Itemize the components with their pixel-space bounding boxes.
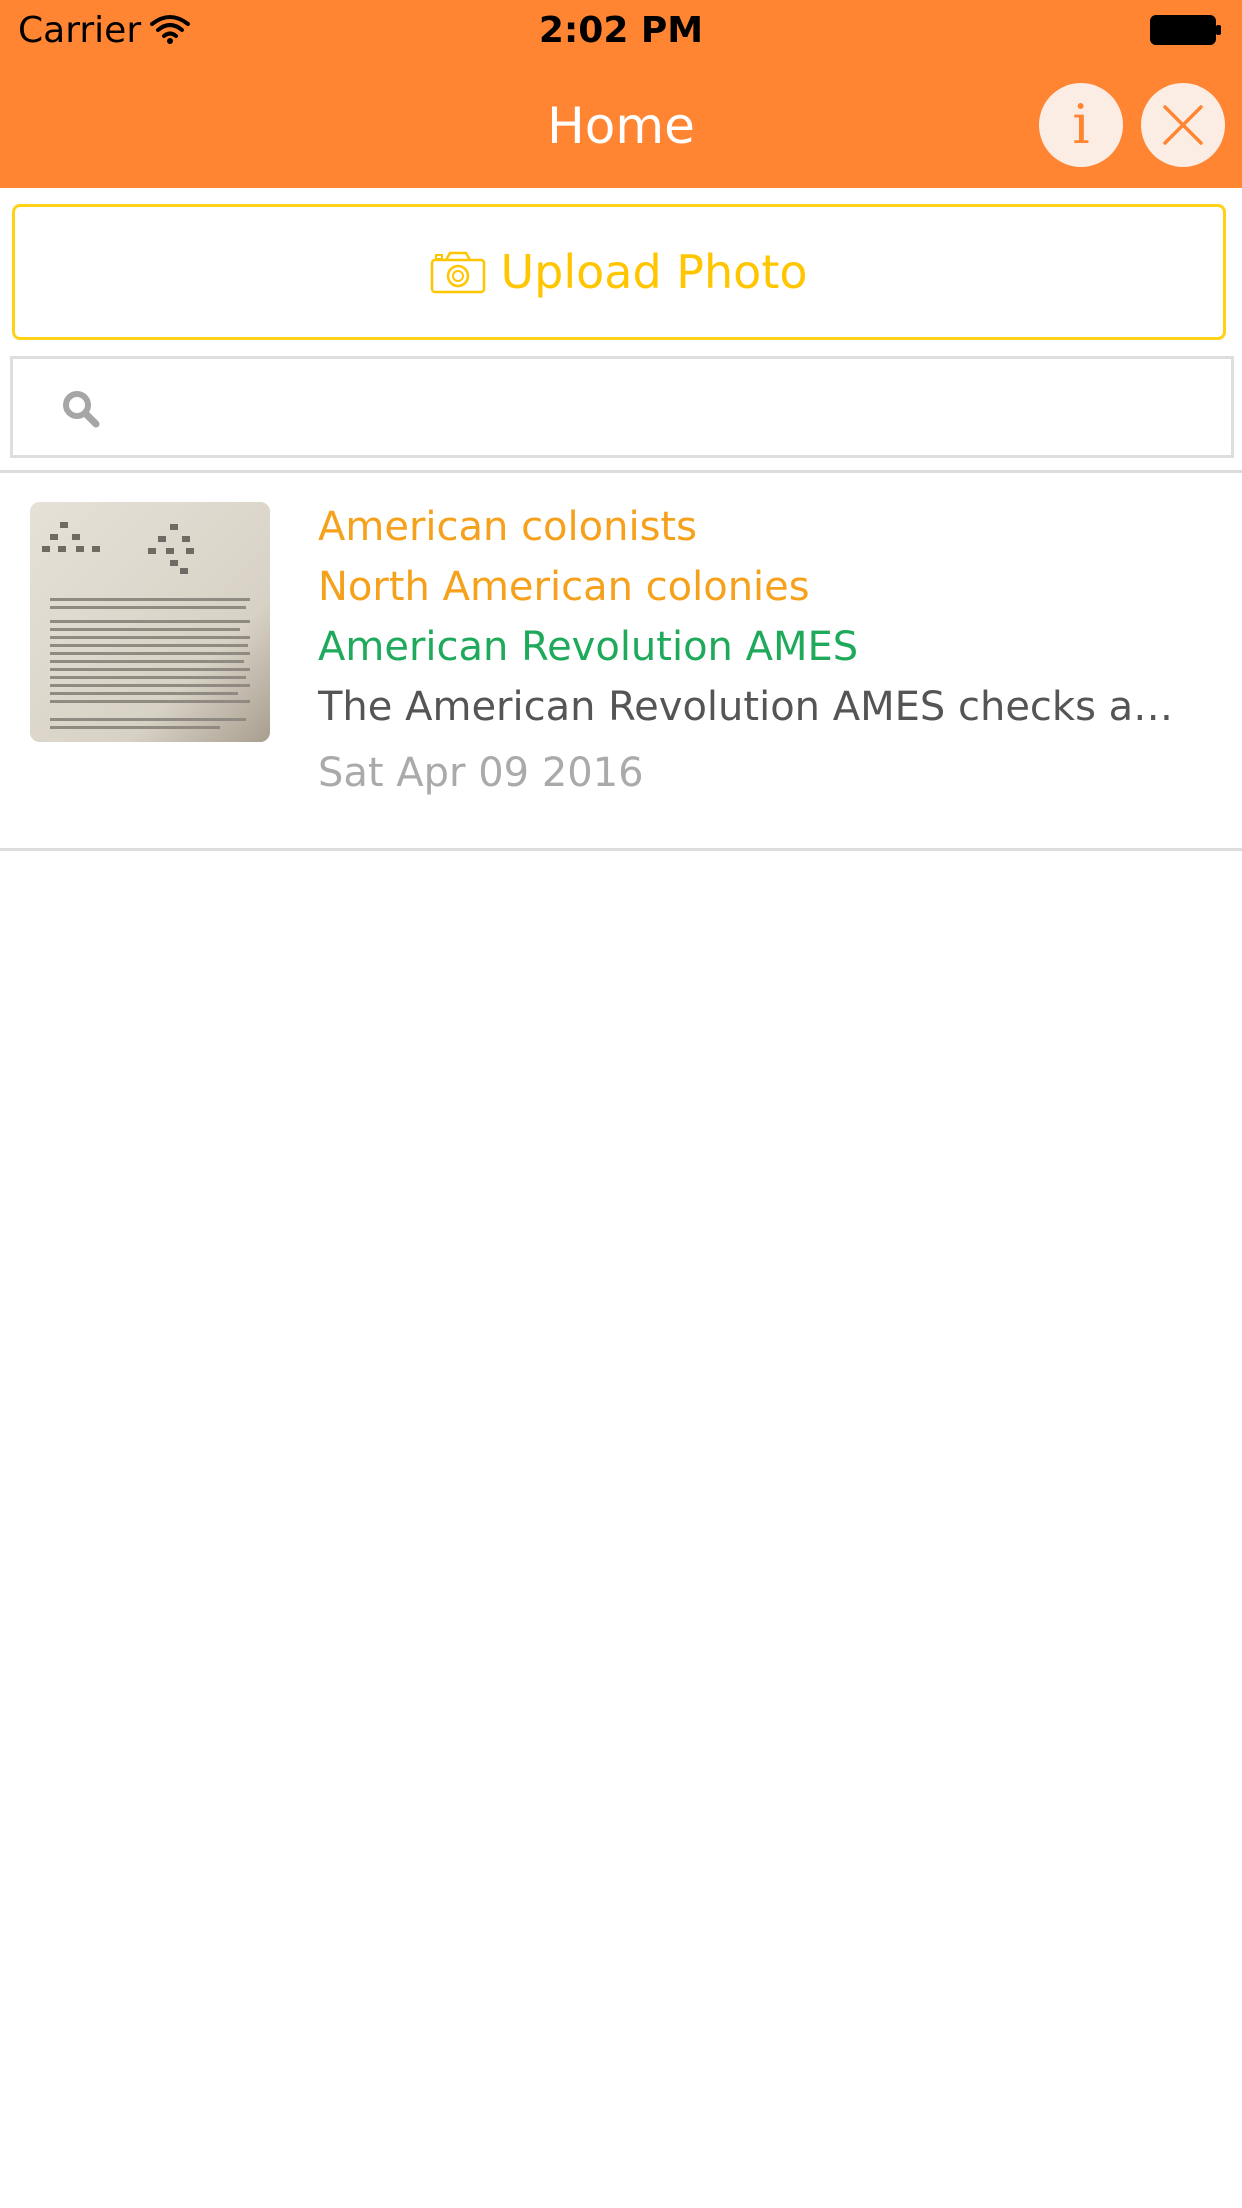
search-bar [10, 356, 1234, 458]
status-bar: Carrier 2:02 PM [0, 0, 1242, 62]
upload-photo-button[interactable]: Upload Photo [12, 204, 1226, 340]
search-icon [63, 391, 100, 428]
list-divider-bottom [0, 848, 1242, 851]
close-button[interactable] [1141, 83, 1225, 167]
list-divider-top [0, 470, 1242, 473]
battery-icon [1150, 15, 1221, 45]
list-item-tag: North American colonies [318, 564, 810, 610]
document-thumbnail [30, 502, 270, 742]
close-icon [1163, 105, 1203, 145]
search-input[interactable] [123, 367, 1217, 449]
list-item-date: Sat Apr 09 2016 [318, 750, 644, 796]
document-photo-image [30, 502, 270, 742]
info-icon: i [1072, 93, 1090, 156]
list-item-tag: American colonists [318, 504, 697, 550]
camera-icon [431, 251, 486, 294]
list-item[interactable]: American colonists North American coloni… [0, 474, 1242, 846]
upload-photo-label: Upload Photo [500, 245, 808, 299]
nav-bar: Carrier 2:02 PM Home i [0, 0, 1242, 188]
list-item-snippet: The American Revolution AMES checks and… [318, 684, 1188, 730]
info-button[interactable]: i [1039, 83, 1123, 167]
status-time: 2:02 PM [538, 10, 704, 51]
list-item-tag-highlight: American Revolution AMES [318, 624, 859, 670]
